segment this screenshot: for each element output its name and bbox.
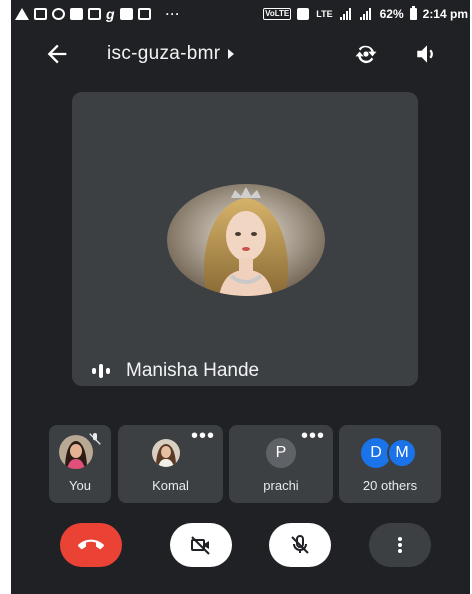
more-options-icon[interactable]: ••• bbox=[301, 426, 325, 446]
warning-icon bbox=[15, 8, 29, 20]
meeting-code: isc-guza-bmr bbox=[107, 43, 221, 64]
tile-footer: Manisha Hande bbox=[92, 360, 259, 382]
battery-percent: 62% bbox=[379, 7, 404, 21]
participant-tile-prachi[interactable]: P ••• prachi bbox=[229, 425, 333, 503]
speaker-avatar bbox=[167, 184, 325, 296]
camera-off-icon bbox=[191, 536, 210, 555]
speaker-icon[interactable] bbox=[413, 41, 441, 67]
speaker-name: Manisha Hande bbox=[126, 360, 260, 381]
status-bar: g ··· VoLTE LTE 62% 2:14 pm bbox=[11, 0, 470, 30]
clock: 2:14 pm bbox=[422, 7, 468, 21]
volte-icon: VoLTE bbox=[263, 8, 292, 20]
more-notifications: ··· bbox=[165, 7, 181, 21]
system-icons: VoLTE LTE 62% 2:14 pm bbox=[263, 6, 468, 21]
cast-icon bbox=[34, 8, 47, 20]
g-icon: g bbox=[106, 6, 115, 22]
mic-off-icon bbox=[89, 433, 101, 445]
avatar-initial: P bbox=[266, 438, 296, 468]
more-options-button[interactable] bbox=[369, 523, 431, 567]
call-controls bbox=[11, 515, 470, 575]
app-bar: isc-guza-bmr bbox=[11, 30, 470, 78]
profile-photo-icon bbox=[167, 184, 325, 296]
speaking-indicator-icon bbox=[92, 364, 114, 378]
participant-name: 20 others bbox=[362, 478, 418, 493]
mic-toggle-button[interactable] bbox=[269, 523, 331, 567]
participant-name: Komal bbox=[152, 478, 189, 493]
end-call-button[interactable] bbox=[60, 523, 122, 567]
switch-camera-icon[interactable] bbox=[351, 40, 381, 68]
whatsapp-icon bbox=[52, 8, 65, 20]
more-vert-icon bbox=[398, 537, 402, 553]
mic-off-icon bbox=[291, 535, 309, 554]
signal-icon bbox=[339, 8, 354, 20]
meeting-code-button[interactable]: isc-guza-bmr bbox=[107, 43, 235, 65]
active-speaker-tile[interactable]: Manisha Hande bbox=[72, 92, 418, 386]
video-icon bbox=[119, 8, 133, 20]
participant-name: prachi bbox=[263, 478, 299, 493]
image-icon bbox=[137, 8, 151, 20]
chevron-right-icon bbox=[228, 49, 235, 59]
more-options-icon[interactable]: ••• bbox=[191, 426, 215, 446]
participants-strip: You ••• Komal P ••• prachi D M 20 others bbox=[49, 425, 441, 503]
signal-2-icon bbox=[359, 8, 374, 20]
call-screen: g ··· VoLTE LTE 62% 2:14 pm isc-guza-bmr bbox=[11, 0, 470, 594]
avatar bbox=[152, 439, 180, 467]
gallery-icon bbox=[88, 8, 101, 20]
participant-tile-others[interactable]: D M 20 others bbox=[339, 425, 441, 503]
avatar-initial-m: M bbox=[387, 438, 417, 468]
data-saver-icon bbox=[297, 8, 310, 20]
phone-hangup-icon bbox=[78, 539, 104, 550]
battery-icon bbox=[409, 6, 417, 20]
notification-icons: g ··· bbox=[15, 7, 181, 21]
lte-icon: LTE bbox=[316, 9, 333, 19]
camera-toggle-button[interactable] bbox=[170, 523, 232, 567]
user-photo-icon bbox=[152, 439, 180, 467]
participant-name: You bbox=[69, 478, 91, 493]
back-arrow-icon[interactable] bbox=[43, 40, 71, 68]
participant-tile-you[interactable]: You bbox=[49, 425, 111, 503]
facebook-icon bbox=[70, 8, 83, 20]
participant-tile-komal[interactable]: ••• Komal bbox=[118, 425, 223, 503]
